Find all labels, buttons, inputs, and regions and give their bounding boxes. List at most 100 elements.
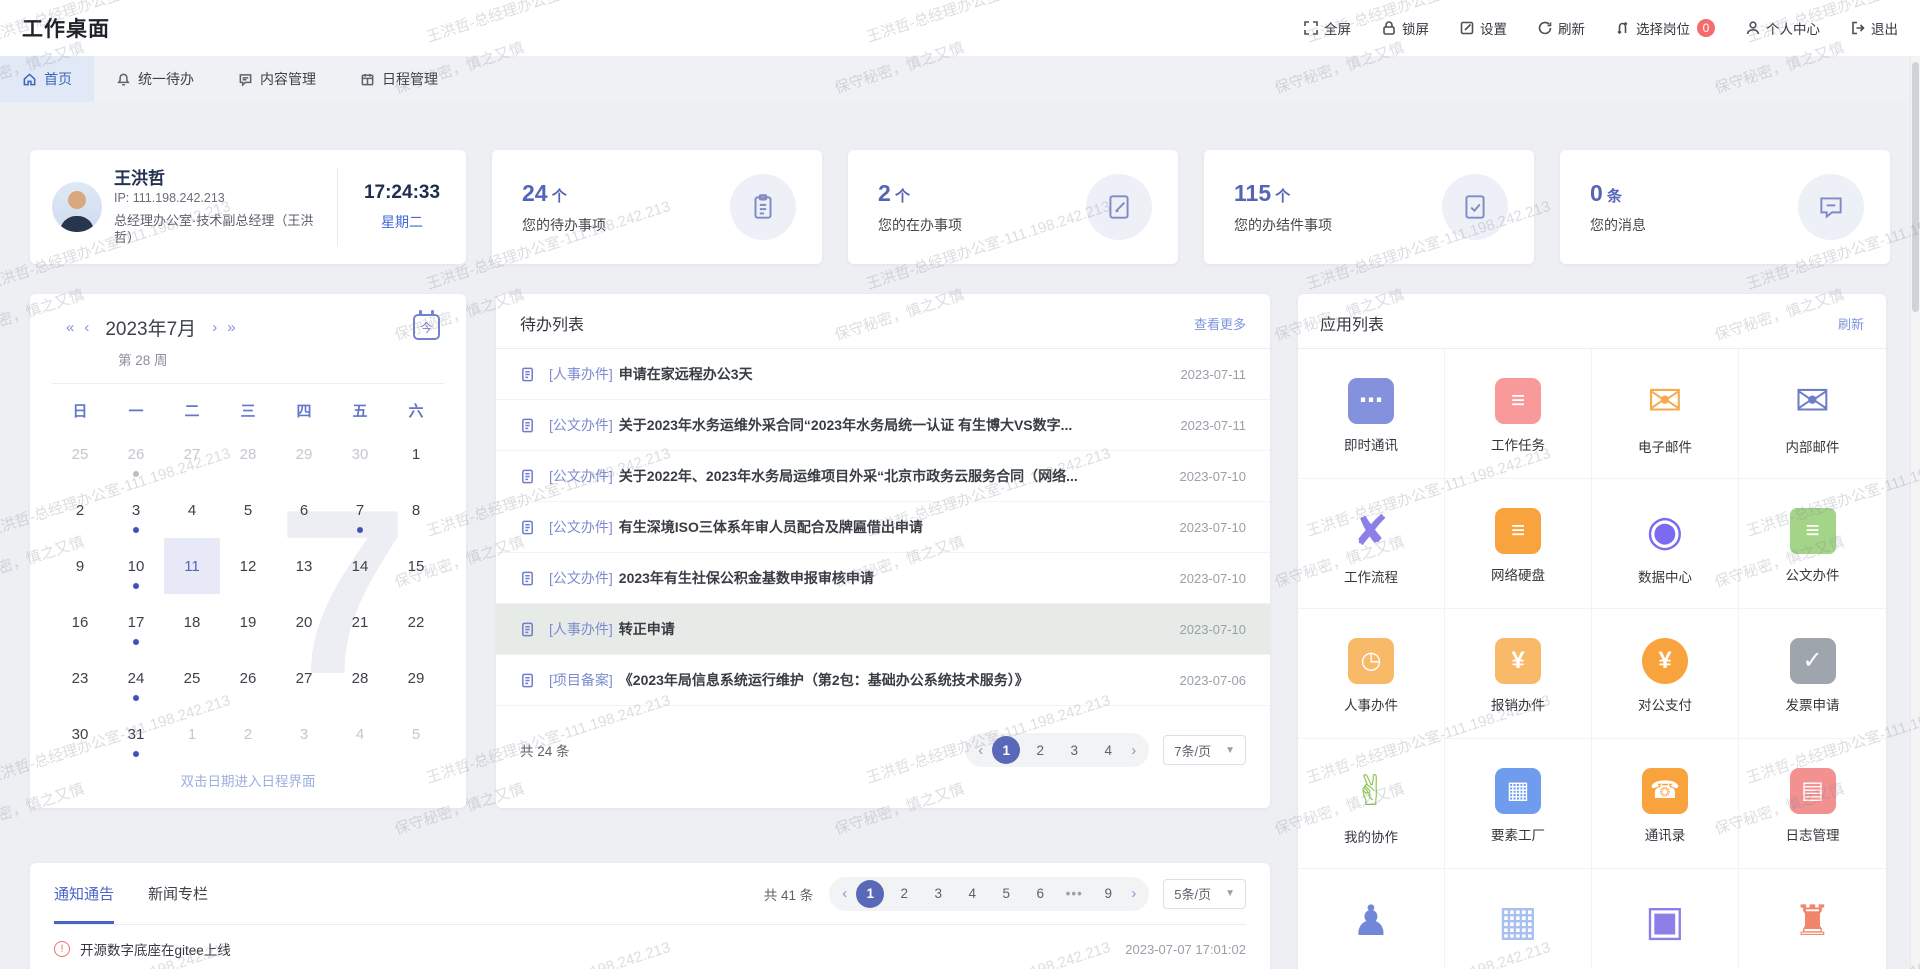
todo-item[interactable]: [公文办件] 2023年有生社保公积金基数申报审核申请 2023-07-10: [496, 553, 1270, 604]
tab-notices[interactable]: 通知通告: [54, 863, 114, 924]
next-month-icon[interactable]: ›: [212, 320, 217, 335]
stat-card-inprogress[interactable]: 2 个 您的在办事项: [848, 150, 1178, 264]
next-page-icon[interactable]: ›: [1128, 742, 1139, 759]
page-button[interactable]: 1: [856, 880, 884, 908]
app-instant-messaging[interactable]: ⋯ 即时通讯: [1298, 349, 1445, 479]
app-document-handling[interactable]: ≡ 公文办件: [1739, 479, 1886, 609]
calendar-day[interactable]: 14: [332, 538, 388, 594]
app-email[interactable]: ✉ 电子邮件: [1592, 349, 1739, 479]
stat-card-messages[interactable]: 0 条 您的消息: [1560, 150, 1890, 264]
todo-page-size-select[interactable]: 7条/页 ▼: [1163, 735, 1246, 765]
prev-month-icon[interactable]: ‹: [84, 320, 89, 335]
app-cutoff-4[interactable]: ♜: [1739, 869, 1886, 969]
calendar-day[interactable]: 15: [388, 538, 444, 594]
calendar-day[interactable]: 11: [164, 538, 220, 594]
scrollbar-thumb[interactable]: [1912, 62, 1919, 312]
todo-item[interactable]: [公文办件] 关于2022年、2023年水务局运维项目外采“北京市政务云服务合同…: [496, 451, 1270, 502]
calendar-day[interactable]: 3: [108, 482, 164, 538]
todo-item[interactable]: [人事办件] 申请在家远程办公3天 2023-07-11: [496, 349, 1270, 400]
todo-item[interactable]: [公文办件] 有生深境ISO三体系年审人员配合及牌匾借出申请 2023-07-1…: [496, 502, 1270, 553]
app-work-tasks[interactable]: ≡ 工作任务: [1445, 349, 1592, 479]
page-button[interactable]: 3: [924, 880, 952, 908]
calendar-day[interactable]: 23: [52, 650, 108, 706]
today-button[interactable]: 今: [413, 314, 440, 340]
calendar-day[interactable]: 21: [332, 594, 388, 650]
tab-home[interactable]: 首页: [0, 56, 94, 102]
calendar-day[interactable]: 9: [52, 538, 108, 594]
calendar-day[interactable]: 5: [388, 706, 444, 762]
app-internal-mail[interactable]: ✉ 内部邮件: [1739, 349, 1886, 479]
calendar-day[interactable]: 19: [220, 594, 276, 650]
page-button[interactable]: 4: [1094, 736, 1122, 764]
page-button[interactable]: 4: [958, 880, 986, 908]
calendar-day[interactable]: 4: [332, 706, 388, 762]
calendar-day[interactable]: 18: [164, 594, 220, 650]
app-cutoff-1[interactable]: ♟: [1298, 869, 1445, 969]
calendar-day[interactable]: 26: [220, 650, 276, 706]
calendar-day[interactable]: 30: [52, 706, 108, 762]
calendar-day[interactable]: 27: [276, 650, 332, 706]
calendar-day[interactable]: 13: [276, 538, 332, 594]
app-my-collaboration[interactable]: ✌ 我的协作: [1298, 739, 1445, 869]
tab-content-management[interactable]: 内容管理: [216, 56, 338, 102]
calendar-day[interactable]: 8: [388, 482, 444, 538]
page-button[interactable]: •••: [1060, 880, 1088, 908]
calendar-day[interactable]: 2: [220, 706, 276, 762]
calendar-day[interactable]: 12: [220, 538, 276, 594]
calendar-day[interactable]: 30: [332, 426, 388, 482]
app-data-center[interactable]: ◉ 数据中心: [1592, 479, 1739, 609]
calendar-day[interactable]: 29: [388, 650, 444, 706]
notice-page-size-select[interactable]: 5条/页 ▼: [1163, 879, 1246, 909]
calendar-day[interactable]: 25: [164, 650, 220, 706]
calendar-day[interactable]: 5: [220, 482, 276, 538]
app-network-drive[interactable]: ≡ 网络硬盘: [1445, 479, 1592, 609]
app-invoice-request[interactable]: ✓ 发票申请: [1739, 609, 1886, 739]
refresh-button[interactable]: 刷新: [1537, 18, 1585, 38]
calendar-day[interactable]: 24: [108, 650, 164, 706]
todo-item[interactable]: [项目备案] 《2023年局信息系统运行维护（第2包：基础办公系统技术服务）》 …: [496, 655, 1270, 706]
page-button[interactable]: 2: [890, 880, 918, 908]
page-button[interactable]: 6: [1026, 880, 1054, 908]
tab-schedule-management[interactable]: 日程管理: [338, 56, 460, 102]
page-button[interactable]: 1: [992, 736, 1020, 764]
tab-news[interactable]: 新闻专栏: [148, 863, 208, 924]
calendar-day[interactable]: 27: [164, 426, 220, 482]
page-button[interactable]: 3: [1060, 736, 1088, 764]
calendar-day[interactable]: 2: [52, 482, 108, 538]
calendar-day[interactable]: 29: [276, 426, 332, 482]
calendar-day[interactable]: 10: [108, 538, 164, 594]
app-element-factory[interactable]: ▦ 要素工厂: [1445, 739, 1592, 869]
page-button[interactable]: 2: [1026, 736, 1054, 764]
prev-page-icon[interactable]: ‹: [839, 885, 850, 902]
calendar-day[interactable]: 4: [164, 482, 220, 538]
logout-button[interactable]: 退出: [1850, 18, 1898, 38]
calendar-day[interactable]: 7: [332, 482, 388, 538]
todo-item[interactable]: [人事办件] 转正申请 2023-07-10: [496, 604, 1270, 655]
app-reimbursement[interactable]: ¥ 报销办件: [1445, 609, 1592, 739]
app-cutoff-3[interactable]: ▣: [1592, 869, 1739, 969]
calendar-day[interactable]: 6: [276, 482, 332, 538]
app-refresh-link[interactable]: 刷新: [1838, 314, 1864, 333]
personal-center-button[interactable]: 个人中心: [1745, 18, 1820, 38]
calendar-day[interactable]: 1: [164, 706, 220, 762]
next-page-icon[interactable]: ›: [1128, 885, 1139, 902]
lock-screen-button[interactable]: 锁屏: [1381, 18, 1429, 38]
calendar-day[interactable]: 25: [52, 426, 108, 482]
app-corporate-payment[interactable]: ¥ 对公支付: [1592, 609, 1739, 739]
calendar-day[interactable]: 28: [332, 650, 388, 706]
app-contacts[interactable]: ☎ 通讯录: [1592, 739, 1739, 869]
prev-page-icon[interactable]: ‹: [975, 742, 986, 759]
calendar-day[interactable]: 28: [220, 426, 276, 482]
settings-button[interactable]: 设置: [1459, 18, 1507, 38]
calendar-day[interactable]: 26: [108, 426, 164, 482]
fullscreen-button[interactable]: 全屏: [1303, 18, 1351, 38]
page-button[interactable]: 9: [1094, 880, 1122, 908]
calendar-day[interactable]: 16: [52, 594, 108, 650]
scrollbar[interactable]: [1910, 56, 1920, 969]
prev-year-icon[interactable]: «: [66, 320, 74, 335]
app-log-management[interactable]: ▤ 日志管理: [1739, 739, 1886, 869]
calendar-day[interactable]: 22: [388, 594, 444, 650]
select-post-button[interactable]: 选择岗位 0: [1615, 18, 1715, 38]
page-button[interactable]: 5: [992, 880, 1020, 908]
stat-card-completed[interactable]: 115 个 您的办结件事项: [1204, 150, 1534, 264]
